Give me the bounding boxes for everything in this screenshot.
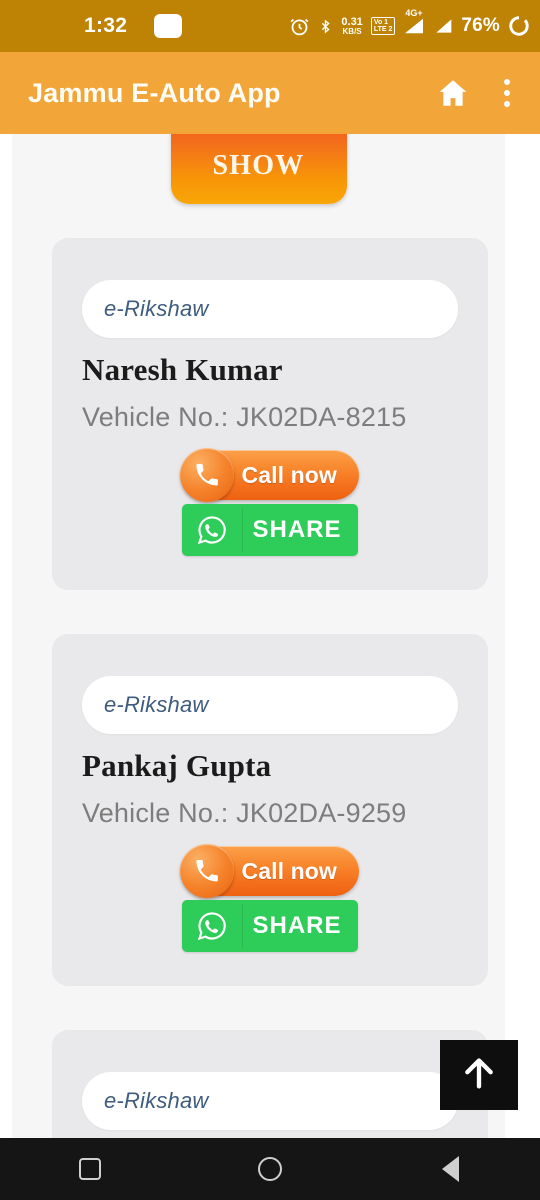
volte-icon: Vo 1 LTE 2: [370, 17, 396, 35]
bluetooth-icon: [318, 16, 333, 37]
battery-ring-icon: [508, 15, 530, 37]
status-bar-icons: 0.31 KB/S Vo 1 LTE 2 4G+ 76%: [289, 8, 530, 37]
arrow-up-icon: [459, 1052, 499, 1099]
driver-name: Pankaj Gupta: [82, 748, 272, 783]
scroll-content[interactable]: SHOW e-Rikshaw Naresh Kumar Vehicle No.:…: [12, 134, 505, 1138]
share-label: SHARE: [252, 912, 342, 939]
driver-card[interactable]: e-Rikshaw Naresh Kumar Vehicle No.: JK02…: [52, 238, 488, 590]
android-navigation-bar: [0, 1138, 540, 1200]
vehicle-type-value: e-Rikshaw: [104, 296, 209, 321]
scroll-to-top-button[interactable]: [440, 1040, 518, 1110]
home-icon[interactable]: [436, 76, 470, 110]
driver-card[interactable]: e-Rikshaw: [52, 1030, 488, 1138]
vehicle-type-input[interactable]: e-Rikshaw: [82, 280, 458, 338]
more-vertical-icon[interactable]: [496, 75, 518, 111]
show-button-row: SHOW: [12, 134, 505, 204]
vehicle-number: Vehicle No.: JK02DA-9259: [82, 798, 407, 828]
circle-home-icon[interactable]: [225, 1157, 315, 1181]
call-now-button[interactable]: Call now: [179, 448, 359, 502]
menu-dot-2: [504, 90, 510, 96]
call-now-label: Call now: [241, 857, 337, 884]
whatsapp-icon: [182, 910, 242, 942]
share-button[interactable]: SHARE: [182, 900, 358, 952]
status-bar: 1:32 0.31 KB/S Vo 1 LTE 2 4G+ 76%: [0, 0, 540, 52]
triangle-back-icon[interactable]: [405, 1156, 495, 1182]
home-glyph: [258, 1157, 282, 1181]
show-button[interactable]: SHOW: [170, 134, 347, 204]
network-type-label: 4G+: [405, 8, 423, 18]
page-title: Jammu E-Auto App: [28, 77, 281, 108]
menu-dot-1: [504, 79, 510, 85]
vehicle-number: Vehicle No.: JK02DA-8215: [82, 402, 407, 432]
alarm-icon: [289, 16, 310, 37]
card-actions: Call now SHARE: [52, 844, 488, 952]
vehicle-type-value: e-Rikshaw: [104, 1088, 209, 1113]
status-bar-clock: 1:32: [84, 14, 128, 37]
driver-name: Naresh Kumar: [82, 352, 283, 387]
app-bar: Jammu E-Auto App: [0, 52, 540, 134]
vehicle-type-value: e-Rikshaw: [104, 692, 209, 717]
whatsapp-icon: [182, 514, 242, 546]
menu-dot-3: [504, 101, 510, 107]
signal-bars-icon-2: [433, 17, 453, 35]
call-now-label: Call now: [241, 461, 337, 488]
app-bar-actions: [436, 75, 518, 111]
recents-glyph: [79, 1158, 101, 1180]
vehicle-type-input[interactable]: e-Rikshaw: [82, 1072, 458, 1130]
share-label: SHARE: [252, 516, 342, 543]
share-button[interactable]: SHARE: [182, 504, 358, 556]
share-divider: [242, 904, 243, 948]
vehicle-type-input[interactable]: e-Rikshaw: [82, 676, 458, 734]
driver-card[interactable]: e-Rikshaw Pankaj Gupta Vehicle No.: JK02…: [52, 634, 488, 986]
battery-percent-label: 76%: [461, 15, 500, 36]
app-notification-icon: [154, 14, 182, 38]
page-body: SHOW e-Rikshaw Naresh Kumar Vehicle No.:…: [0, 134, 540, 1138]
phone-icon: [179, 448, 234, 502]
call-now-button[interactable]: Call now: [179, 844, 359, 898]
back-glyph: [441, 1156, 459, 1182]
square-recents-icon[interactable]: [45, 1158, 135, 1180]
signal-bars-icon: 4G+: [403, 8, 425, 35]
phone-icon: [179, 844, 234, 898]
data-rate-indicator: 0.31 KB/S: [341, 15, 363, 36]
volte-line-1: Vo 1: [373, 19, 389, 26]
volte-line-2: LTE 2: [373, 26, 393, 33]
card-actions: Call now SHARE: [52, 448, 488, 556]
data-rate-value: 0.31: [341, 15, 363, 28]
data-rate-unit: KB/S: [342, 26, 362, 36]
share-divider: [242, 508, 243, 552]
show-button-label: SHOW: [212, 150, 305, 181]
